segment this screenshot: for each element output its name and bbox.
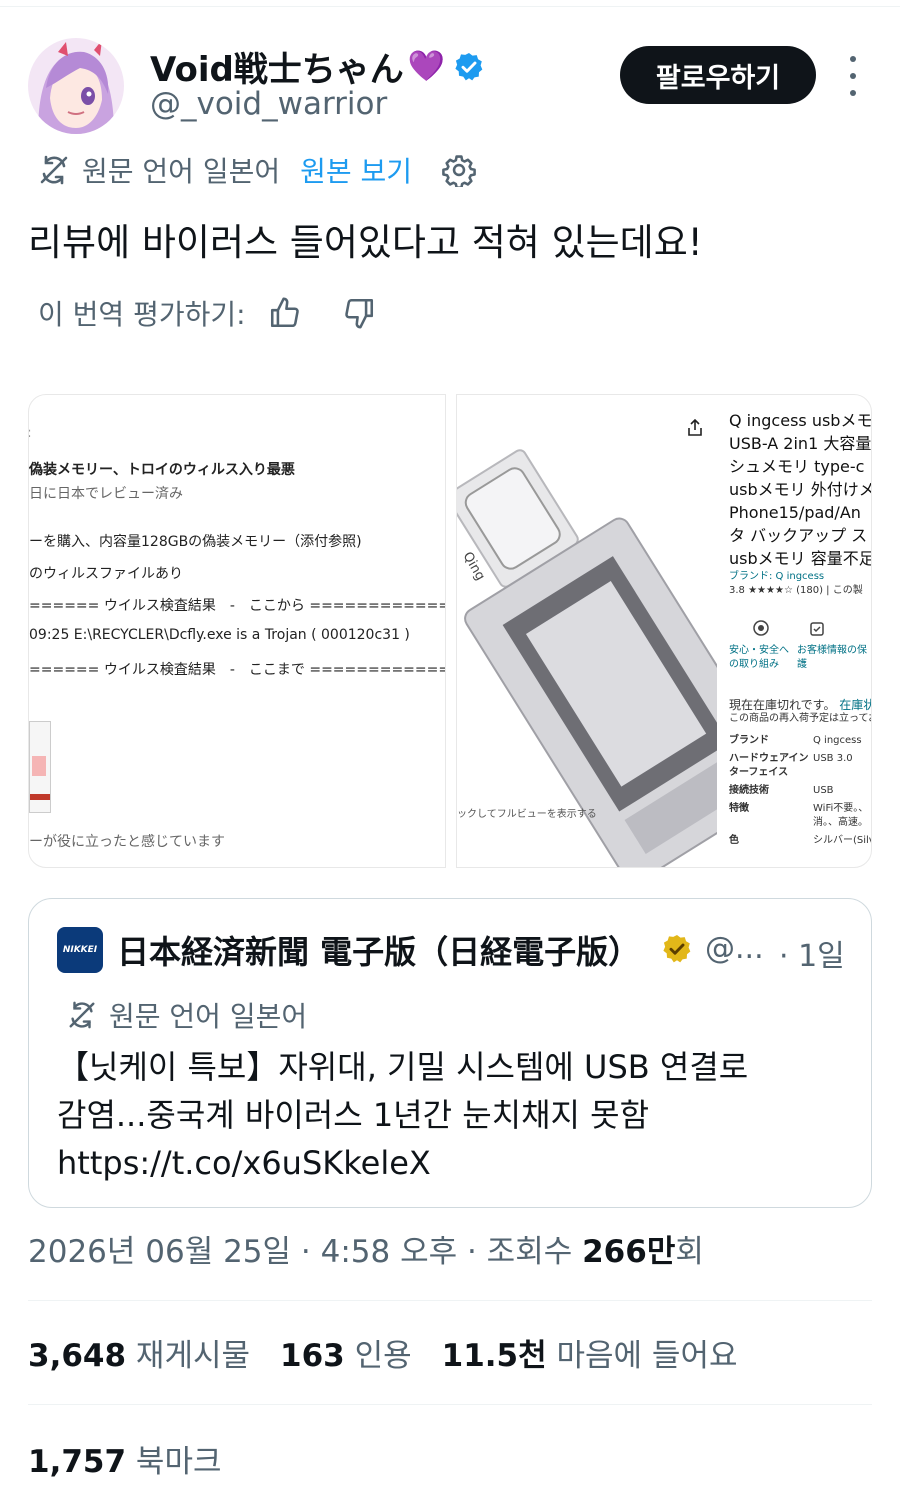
- view-suffix: 회: [675, 1234, 704, 1270]
- product-rating: 3.8 ★★★★☆ (180) | この製: [729, 585, 863, 596]
- spec-key: ブランド: [729, 735, 769, 746]
- usb-drive-image: Qing ックしてフルビューを表示する: [457, 395, 717, 867]
- translation-rating-row: 이 번역 평가하기:: [38, 290, 376, 336]
- zoom-hint: ックしてフルビューを表示する: [457, 807, 597, 820]
- top-divider: [0, 6, 900, 7]
- product-title-line: usbメモリ 外付けメ: [729, 480, 872, 499]
- thumbs-up-icon[interactable]: [268, 296, 302, 330]
- author-name-text: Void戦士ちゃん: [150, 50, 404, 90]
- quotes-stat[interactable]: 163 인용: [280, 1330, 412, 1375]
- likes-stat[interactable]: 11.5천 마음에 들어요: [442, 1330, 738, 1375]
- nikkei-logo: NIKKEI: [57, 927, 103, 973]
- spec-value: Q ingcess: [813, 735, 862, 746]
- rating-label: 이 번역 평가하기:: [38, 298, 246, 331]
- privacy-link: お客様情報の保護: [797, 645, 867, 670]
- spec-value: USB: [813, 785, 834, 796]
- review-title: 偽装メモリー、トロイのウィルス入り最悪: [29, 462, 295, 478]
- review-date: 日に日本でレビュー済み: [29, 486, 183, 502]
- review-line: ====== ウイルス検査結果 - ここから ==============: [29, 598, 446, 614]
- review-attached-image: [29, 721, 51, 813]
- purple-heart-emoji: 💜: [407, 49, 446, 84]
- quoted-link[interactable]: https://t.co/x6uSKkeleX: [57, 1139, 748, 1187]
- verified-badge-icon: [453, 51, 485, 83]
- gold-verified-badge-icon: [661, 933, 693, 969]
- tweet-datetime: 2026년 06월 25일 · 4:58 오후 · 조회수: [28, 1234, 583, 1270]
- view-count: 266만: [582, 1234, 676, 1270]
- product-info: Q ingcess usbメモ USB-A 2in1 大容量 シュメモリ typ…: [729, 409, 872, 848]
- product-title-line: usbメモリ 容量不足: [729, 549, 872, 568]
- tweet-meta: 2026년 06월 25일 · 4:58 오후 · 조회수 266만회: [28, 1226, 704, 1271]
- quoted-text: 【닛케이 특보】자위대, 기밀 시스템에 USB 연결로 감염...중국계 바이…: [57, 1043, 748, 1187]
- quoted-text-line: 【닛케이 특보】자위대, 기밀 시스템에 USB 연결로: [57, 1048, 749, 1086]
- product-title-line: Phone15/pad/An: [729, 503, 861, 522]
- media-product-page[interactable]: Qing ックしてフルビューを表示する Q ingcess usbメモ USB-…: [456, 394, 872, 868]
- product-title-line: タ バックアップ ス: [729, 526, 868, 545]
- engagement-stats: 3,648 재게시물 163 인용 11.5천 마음에 들어요: [28, 1330, 738, 1375]
- quoted-translation-info: 원문 언어 일본어: [67, 995, 307, 1035]
- quoted-author-handle: @...: [705, 931, 764, 966]
- translate-icon: [38, 154, 70, 186]
- product-title-line: USB-A 2in1 大容量: [729, 434, 872, 453]
- restock-note: この商品の再入荷予定は立っておりません: [729, 713, 871, 724]
- spec-value: USB 3.0: [813, 753, 853, 764]
- quotes-label: 인용: [354, 1338, 412, 1374]
- quotes-count: 163: [280, 1338, 345, 1374]
- quoted-author-name: 日本経済新聞 電子版（日経電子版）: [117, 933, 641, 971]
- reposts-label: 재게시물: [135, 1338, 251, 1374]
- translation-label: 원문 언어 일본어: [82, 155, 281, 188]
- safety-link: 安心・安全への取り組み: [729, 645, 789, 670]
- author-handle[interactable]: @_void_warrior: [150, 86, 387, 122]
- more-vertical-icon[interactable]: [840, 56, 866, 96]
- gear-icon[interactable]: [442, 153, 476, 187]
- follow-button[interactable]: 팔로우하기: [620, 46, 816, 104]
- bookmarks-label: 북마크: [135, 1444, 222, 1480]
- divider: [28, 1300, 872, 1301]
- safety-icon: [751, 618, 771, 644]
- quoted-translation-label: 원문 언어 일본어: [109, 1000, 308, 1033]
- likes-label: 마음에 들어요: [556, 1338, 738, 1374]
- avatar[interactable]: [28, 38, 124, 134]
- tweet-text: 리뷰에 바이러스 들어있다고 적혀 있는데요!: [28, 221, 703, 264]
- translation-info-row: 원문 언어 일본어 원본 보기: [38, 148, 476, 192]
- review-helpful: ーが役に立ったと感じています: [29, 834, 225, 850]
- share-icon[interactable]: [687, 418, 703, 441]
- spec-key: 接続技術: [729, 785, 769, 796]
- divider: [28, 1404, 872, 1405]
- bookmarks-count: 1,757: [28, 1444, 127, 1480]
- author-name[interactable]: Void戦士ちゃん 💜: [150, 42, 485, 91]
- likes-count: 11.5천: [441, 1338, 547, 1374]
- quoted-tweet[interactable]: NIKKEI 日本経済新聞 電子版（日経電子版） @... · 1일 원문 언어…: [28, 898, 872, 1208]
- quoted-timestamp: · 1일: [779, 939, 845, 974]
- review-line: 09:25 E:\RECYCLER\Dcfly.exe is a Trojan …: [29, 627, 410, 643]
- review-line: ーを購入、内容量128GBの偽装メモリー（添付参照): [29, 534, 362, 550]
- review-line: のウィルスファイルあり: [29, 566, 183, 582]
- stock-status: 現在在庫切れです。: [729, 698, 836, 712]
- review-line: ====== ウイルス検査結果 - ここまで ==============: [29, 662, 446, 678]
- bookmarks-stat[interactable]: 1,757 북마크: [28, 1436, 221, 1481]
- spec-key: ハードウェアインターフェイス: [729, 753, 809, 778]
- spec-key: 色: [729, 835, 739, 846]
- thumbs-down-icon[interactable]: [342, 296, 376, 330]
- show-original-link[interactable]: 원본 보기: [300, 150, 412, 190]
- translate-icon: [67, 1000, 97, 1030]
- media-review-screenshot[interactable]: : 偽装メモリー、トロイのウィルス入り最悪 日に日本でレビュー済み ーを購入、内…: [28, 394, 446, 868]
- spec-key: 特徴: [729, 803, 749, 814]
- product-title-line: シュメモリ type-c: [729, 457, 865, 476]
- product-title-line: Q ingcess usbメモ: [729, 411, 872, 430]
- spec-value: WiFi不要。、消。、高速。: [813, 803, 869, 828]
- reposts-stat[interactable]: 3,648 재게시물: [28, 1330, 250, 1375]
- quoted-text-line: 감염...중국계 바이러스 1년간 눈치채지 못함: [57, 1096, 650, 1134]
- reposts-count: 3,648: [28, 1338, 127, 1374]
- spec-value: シルバー(Silv: [813, 835, 872, 846]
- stock-link: 在庫状: [839, 698, 872, 712]
- brand-link: ブランド: Q ingcess: [729, 571, 825, 582]
- privacy-icon: [807, 618, 827, 644]
